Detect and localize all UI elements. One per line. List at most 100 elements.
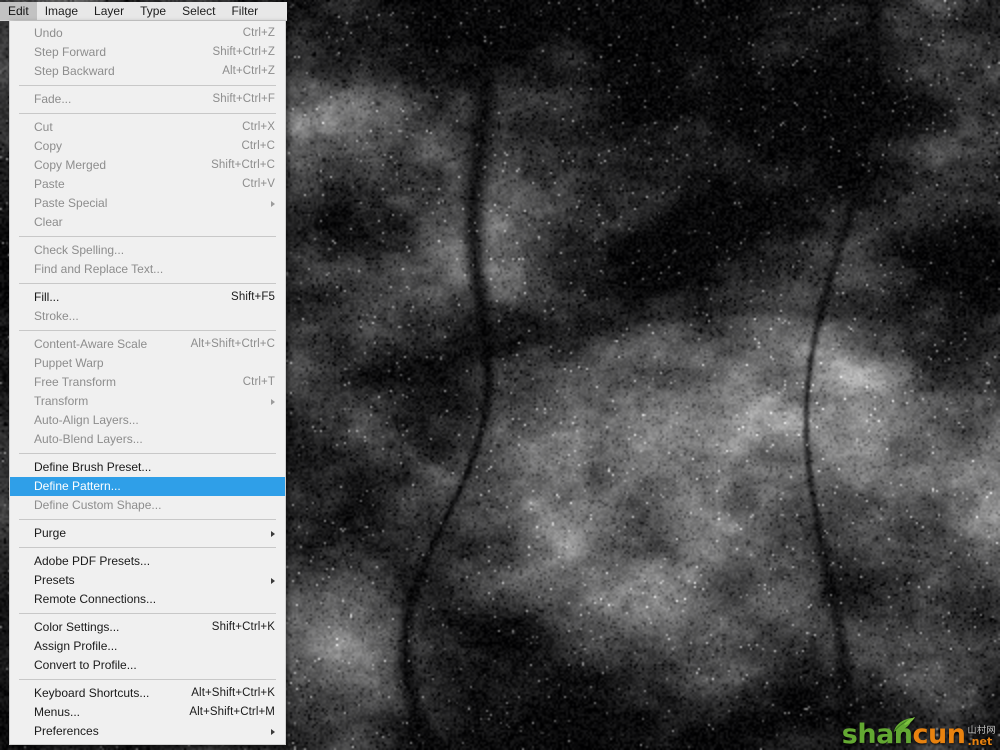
menu-item-shortcut: Shift+Ctrl+F [212, 93, 275, 105]
menu-item-label: Convert to Profile... [34, 658, 137, 672]
menubar-item-label: Image [44, 4, 79, 18]
menu-item-keyboard-shortcuts[interactable]: Keyboard Shortcuts... Alt+Shift+Ctrl+K [10, 684, 285, 703]
menubar-item-edit[interactable]: Edit [0, 2, 37, 20]
menu-separator [19, 613, 276, 614]
menu-item-shortcut: Shift+Ctrl+K [211, 621, 275, 633]
menu-item-label: Step Backward [34, 64, 115, 78]
menu-item-shortcut: Alt+Shift+Ctrl+C [190, 338, 275, 350]
menu-item-auto-align-layers[interactable]: Auto-Align Layers... [10, 411, 285, 430]
menu-item-shortcut: Ctrl+T [242, 376, 275, 388]
menu-item-label: Clear [34, 215, 63, 229]
menu-item-label: Copy [34, 139, 63, 153]
menubar-item-filter[interactable]: Filter [223, 2, 266, 20]
menu-item-label: Content-Aware Scale [34, 337, 148, 351]
edit-dropdown-menu[interactable]: Undo Ctrl+Z Step Forward Shift+Ctrl+Z Step B… [9, 21, 286, 745]
menu-item-find-and-replace-text[interactable]: Find and Replace Text... [10, 260, 285, 279]
menubar-item-select[interactable]: Select [174, 2, 223, 20]
menu-separator [19, 519, 276, 520]
menu-item-cut[interactable]: Cut Ctrl+X [10, 118, 285, 137]
menu-item-label: Step Forward [34, 45, 107, 59]
menu-item-content-aware-scale[interactable]: Content-Aware Scale Alt+Shift+Ctrl+C [10, 335, 285, 354]
menu-item-label: Puppet Warp [34, 356, 104, 370]
menu-item-label: Paste [34, 177, 65, 191]
menu-item-label: Stroke... [34, 309, 79, 323]
menu-item-define-custom-shape[interactable]: Define Custom Shape... [10, 496, 285, 515]
menu-item-fill[interactable]: Fill... Shift+F5 [10, 288, 285, 307]
menu-item-clear[interactable]: Clear [10, 213, 285, 232]
menu-item-label: Menus... [34, 705, 81, 719]
menu-item-label: Preferences [34, 724, 99, 738]
menubar-item-label: Layer [94, 4, 125, 18]
menu-item-label: Keyboard Shortcuts... [34, 686, 150, 700]
menu-item-copy-merged[interactable]: Copy Merged Shift+Ctrl+C [10, 156, 285, 175]
menu-item-label: Find and Replace Text... [34, 262, 164, 276]
menu-item-assign-profile[interactable]: Assign Profile... [10, 637, 285, 656]
menu-item-label: Adobe PDF Presets... [34, 554, 151, 568]
menu-item-label: Assign Profile... [34, 639, 118, 653]
chevron-right-icon [271, 398, 275, 405]
menu-item-shortcut: Alt+Shift+Ctrl+M [189, 706, 275, 718]
menu-item-adobe-pdf-presets[interactable]: Adobe PDF Presets... [10, 552, 285, 571]
menubar-item-label: Filter [231, 4, 259, 18]
menu-separator [19, 547, 276, 548]
menu-item-puppet-warp[interactable]: Puppet Warp [10, 354, 285, 373]
menu-item-label: Free Transform [34, 375, 117, 389]
menu-item-label: Remote Connections... [34, 592, 157, 606]
menu-item-paste-special[interactable]: Paste Special [10, 194, 285, 213]
menu-item-step-backward[interactable]: Step Backward Alt+Ctrl+Z [10, 62, 285, 81]
menu-item-label: Cut [34, 120, 53, 134]
menu-item-define-brush-preset[interactable]: Define Brush Preset... [10, 458, 285, 477]
menu-item-label: Purge [34, 526, 67, 540]
chevron-right-icon [271, 728, 275, 735]
menubar-item-layer[interactable]: Layer [86, 2, 132, 20]
menu-item-shortcut: Ctrl+Z [242, 27, 275, 39]
menubar-item-label: Edit [8, 4, 29, 18]
menu-item-menus[interactable]: Menus... Alt+Shift+Ctrl+M [10, 703, 285, 722]
menubar-item-label: Select [182, 4, 216, 18]
menu-item-shortcut: Alt+Shift+Ctrl+K [191, 687, 275, 699]
menu-separator [19, 236, 276, 237]
menu-item-stroke[interactable]: Stroke... [10, 307, 285, 326]
menu-item-define-pattern[interactable]: Define Pattern... [10, 477, 285, 496]
menu-item-presets[interactable]: Presets [10, 571, 285, 590]
menu-separator [19, 453, 276, 454]
menu-item-check-spelling[interactable]: Check Spelling... [10, 241, 285, 260]
menu-item-free-transform[interactable]: Free Transform Ctrl+T [10, 373, 285, 392]
menu-item-shortcut: Shift+Ctrl+C [211, 159, 275, 171]
menu-item-remote-connections[interactable]: Remote Connections... [10, 590, 285, 609]
menu-item-label: Presets [34, 573, 75, 587]
menu-item-fade[interactable]: Fade... Shift+Ctrl+F [10, 90, 285, 109]
menu-item-copy[interactable]: Copy Ctrl+C [10, 137, 285, 156]
menubar-item-type[interactable]: Type [132, 2, 174, 20]
menu-item-shortcut: Alt+Ctrl+Z [222, 65, 275, 77]
menu-bar[interactable]: Edit Image Layer Type Select Filter [0, 2, 287, 21]
menu-item-label: Auto-Align Layers... [34, 413, 139, 427]
menu-item-label: Fade... [34, 92, 72, 106]
menu-item-label: Paste Special [34, 196, 108, 210]
chevron-right-icon [271, 200, 275, 207]
menu-item-paste[interactable]: Paste Ctrl+V [10, 175, 285, 194]
menu-item-label: Auto-Blend Layers... [34, 432, 143, 446]
menu-item-label: Copy Merged [34, 158, 107, 172]
menu-item-color-settings[interactable]: Color Settings... Shift+Ctrl+K [10, 618, 285, 637]
menu-item-label: Color Settings... [34, 620, 120, 634]
menu-item-shortcut: Shift+F5 [231, 291, 275, 303]
menu-item-transform[interactable]: Transform [10, 392, 285, 411]
menu-item-auto-blend-layers[interactable]: Auto-Blend Layers... [10, 430, 285, 449]
menu-separator [19, 85, 276, 86]
menu-item-label: Undo [34, 26, 63, 40]
menu-item-label: Define Pattern... [34, 479, 121, 493]
menu-item-shortcut: Ctrl+C [241, 140, 275, 152]
menubar-item-label: Type [140, 4, 167, 18]
menu-item-preferences[interactable]: Preferences [10, 722, 285, 741]
menu-item-convert-to-profile[interactable]: Convert to Profile... [10, 656, 285, 675]
menu-item-shortcut: Ctrl+X [242, 121, 275, 133]
menu-item-purge[interactable]: Purge [10, 524, 285, 543]
photoshop-window: Edit Image Layer Type Select Filter Undo Ctrl+… [0, 0, 1000, 750]
menu-item-label: Check Spelling... [34, 243, 125, 257]
menu-separator [19, 330, 276, 331]
menu-item-step-forward[interactable]: Step Forward Shift+Ctrl+Z [10, 43, 285, 62]
menu-item-label: Define Custom Shape... [34, 498, 162, 512]
menubar-item-image[interactable]: Image [37, 2, 86, 20]
menu-item-undo[interactable]: Undo Ctrl+Z [10, 24, 285, 43]
